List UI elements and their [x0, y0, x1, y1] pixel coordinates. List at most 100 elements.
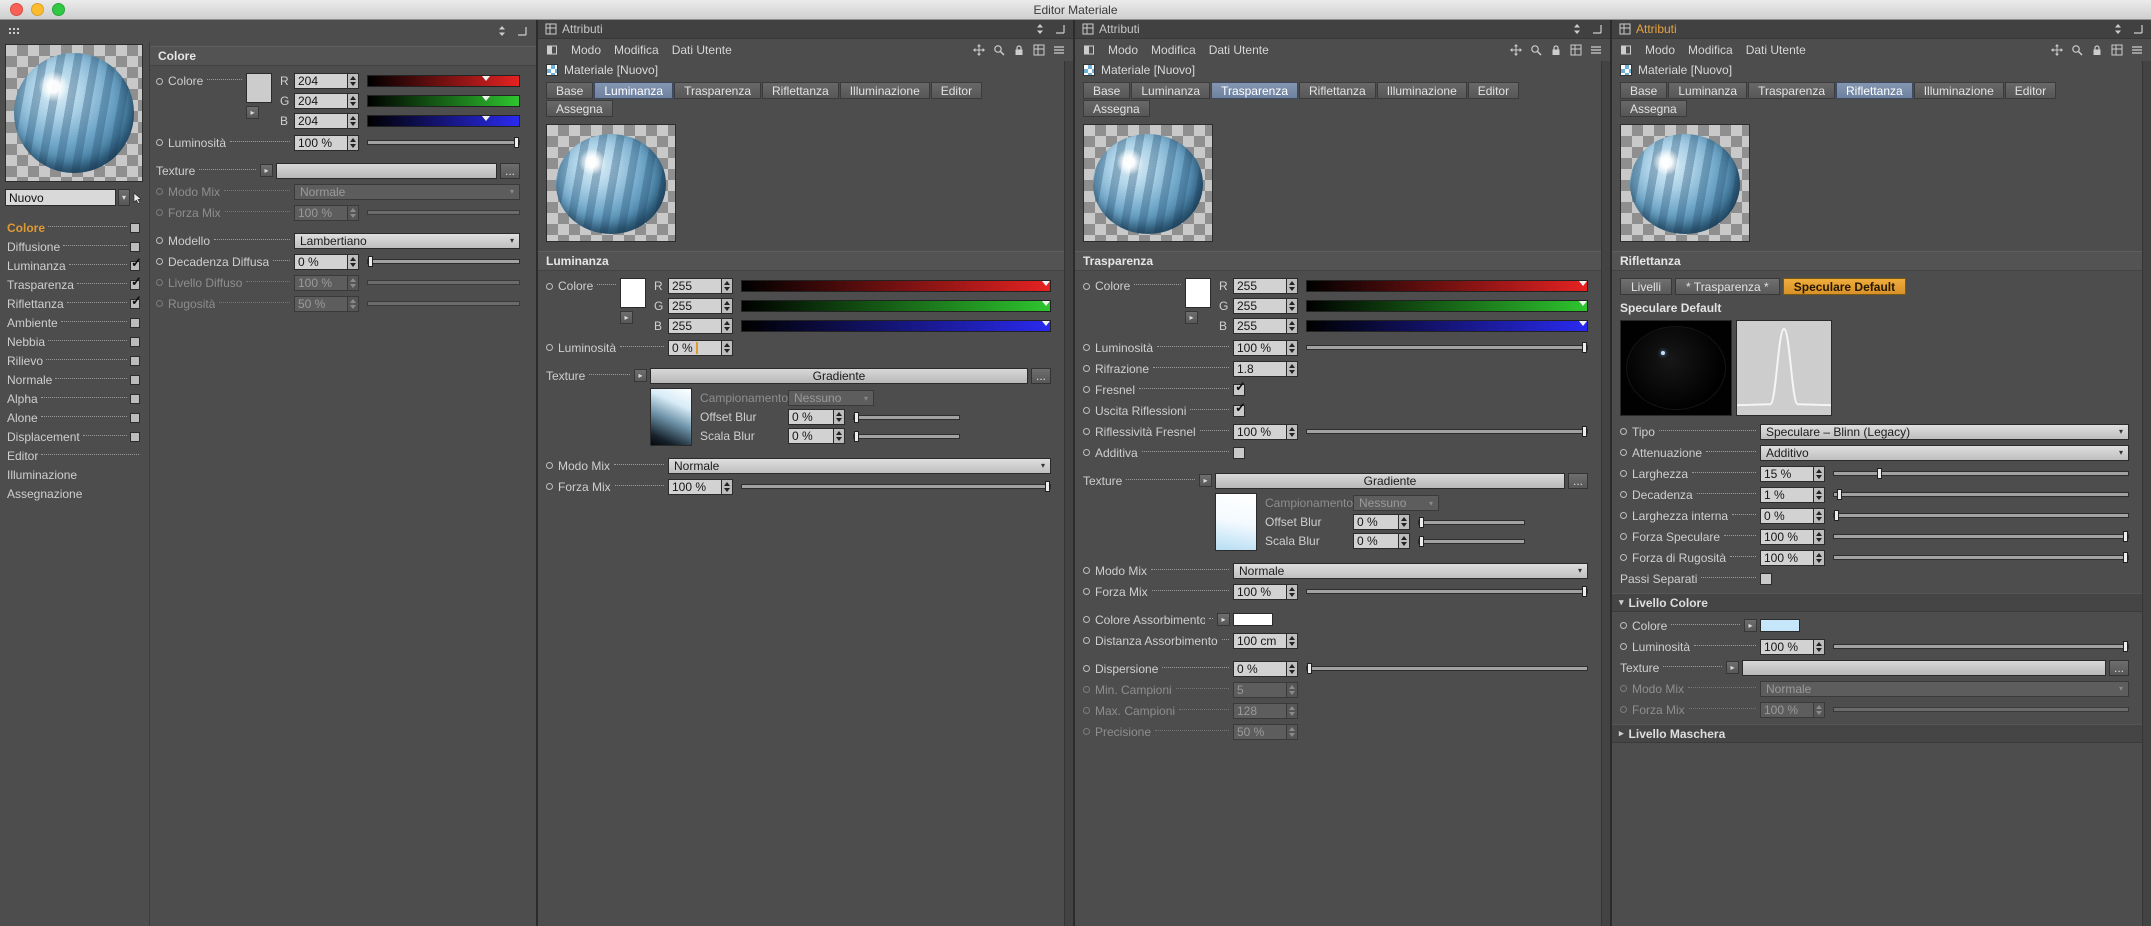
menu-modifica[interactable]: Modifica	[1151, 43, 1196, 57]
gradient-bar-green[interactable]	[367, 95, 520, 107]
menu-modo[interactable]: Modo	[1108, 43, 1138, 57]
value-stepper[interactable]	[1814, 465, 1825, 482]
channel-item-ambiente[interactable]: Ambiente	[5, 313, 144, 332]
value-stepper[interactable]	[722, 298, 733, 314]
slider-handle[interactable]	[1877, 468, 1883, 479]
value-stepper[interactable]	[834, 428, 845, 444]
value-field-larghezza[interactable]: 15 %	[1760, 465, 1814, 482]
slider-track[interactable]	[1833, 552, 2129, 563]
browse-texture-button[interactable]: ...	[1568, 472, 1588, 489]
gradient-bar-blue[interactable]	[367, 115, 520, 127]
grid-icon[interactable]	[2111, 44, 2123, 56]
search-icon[interactable]	[1530, 44, 1542, 56]
gradient-bar-blue[interactable]	[1306, 320, 1588, 332]
value-field-colore-g[interactable]: 255	[668, 298, 722, 314]
keyframe-dot-icon[interactable]	[1083, 707, 1090, 714]
expand-arrow-icon[interactable]: ▸	[260, 164, 273, 177]
value-field-colore-b[interactable]: 255	[668, 318, 722, 334]
value-stepper[interactable]	[348, 93, 359, 109]
move-icon[interactable]	[1510, 43, 1522, 56]
keyframe-dot-icon[interactable]	[1620, 491, 1627, 498]
checkbox-additiva[interactable]	[1233, 446, 1245, 459]
channel-checkbox[interactable]: ✓	[130, 275, 142, 290]
dropdown-modello[interactable]: Lambertiano ▾	[294, 232, 520, 249]
keyframe-dot-icon[interactable]	[1620, 428, 1627, 435]
keyframe-dot-icon[interactable]	[1620, 685, 1627, 692]
value-stepper[interactable]	[1814, 549, 1825, 566]
value-stepper[interactable]	[348, 253, 359, 270]
channel-checkbox[interactable]: ✓	[130, 294, 142, 309]
value-field-colore-b[interactable]: 255	[1233, 318, 1287, 334]
slider-track[interactable]	[367, 256, 520, 267]
value-stepper[interactable]	[1287, 360, 1298, 377]
slider-track[interactable]	[1833, 641, 2129, 652]
browse-texture-button[interactable]: ...	[1031, 367, 1051, 384]
tab-luminanza[interactable]: Luminanza	[594, 82, 674, 99]
minimize-window-button[interactable]	[31, 3, 44, 16]
slider-handle[interactable]	[2123, 641, 2128, 652]
dropdown-campionamento[interactable]: Nessuno ▾	[788, 390, 874, 406]
button-speculare-default[interactable]: Speculare Default	[1782, 278, 1907, 295]
value-field-colore-g[interactable]: 255	[1233, 298, 1287, 314]
channel-item-luminanza[interactable]: Luminanza ✓	[5, 256, 144, 275]
expand-arrow-icon[interactable]: ▸	[1185, 311, 1198, 324]
expand-arrow-icon[interactable]: ▸	[634, 369, 647, 382]
channel-checkbox[interactable]	[130, 317, 140, 328]
channel-item-trasparenza[interactable]: Trasparenza ✓	[5, 275, 144, 294]
expand-arrow-icon[interactable]: ▸	[1199, 474, 1212, 487]
value-field-forza-mix[interactable]: 100 %	[1233, 583, 1287, 600]
value-field-precisione[interactable]: 50 %	[1233, 723, 1287, 740]
value-field-luminosit[interactable]: 100 %	[1233, 339, 1287, 356]
channel-item-displacement[interactable]: Displacement	[5, 427, 144, 446]
value-stepper[interactable]	[348, 204, 359, 221]
panel-corner-icon[interactable]	[2132, 23, 2144, 35]
texture-button[interactable]: Gradiente	[650, 367, 1028, 384]
keyframe-dot-icon[interactable]	[546, 483, 553, 490]
value-stepper[interactable]	[1287, 660, 1298, 677]
tab-riflettanza[interactable]: Riflettanza	[1836, 82, 1913, 99]
value-stepper[interactable]	[348, 113, 359, 129]
value-field-colore-r[interactable]: 255	[668, 278, 722, 294]
gradient-marker[interactable]	[482, 116, 491, 121]
value-stepper[interactable]	[1287, 278, 1298, 294]
keyframe-dot-icon[interactable]	[1083, 428, 1090, 435]
keyframe-dot-icon[interactable]	[156, 279, 163, 286]
lock-icon[interactable]	[1550, 44, 1562, 56]
material-row[interactable]: Materiale [Nuovo]	[1612, 60, 2151, 80]
slider-track[interactable]	[1306, 342, 1588, 353]
channel-checkbox[interactable]	[130, 431, 140, 442]
channel-item-riflettanza[interactable]: Riflettanza ✓	[5, 294, 144, 313]
group-header-livello-colore[interactable]: ▾ Livello Colore	[1612, 593, 2151, 612]
gradient-bar-green[interactable]	[1306, 300, 1588, 312]
color-swatch-colore[interactable]	[1760, 619, 1800, 632]
slider-handle[interactable]	[2123, 552, 2128, 563]
gradient-bar-red[interactable]	[741, 280, 1051, 292]
keyframe-dot-icon[interactable]	[156, 139, 163, 146]
move-icon[interactable]	[2051, 43, 2063, 56]
keyframe-dot-icon[interactable]	[156, 77, 163, 85]
value-field-forza-mix[interactable]: 100 %	[1760, 701, 1814, 718]
menu-modo[interactable]: Modo	[1645, 43, 1675, 57]
keyframe-dot-icon[interactable]	[156, 237, 163, 244]
value-field-luminosit[interactable]: 100 %	[1760, 638, 1814, 655]
value-stepper[interactable]	[348, 134, 359, 151]
tab-trasparenza[interactable]: Trasparenza	[1211, 82, 1298, 99]
keyframe-dot-icon[interactable]	[1620, 643, 1627, 650]
keyframe-dot-icon[interactable]	[1083, 567, 1090, 574]
channel-checkbox[interactable]	[130, 222, 140, 233]
keyframe-dot-icon[interactable]	[156, 188, 163, 195]
tab-riflettanza[interactable]: Riflettanza	[762, 82, 839, 99]
gradient-marker[interactable]	[1042, 321, 1050, 326]
expand-arrow-icon[interactable]: ▸	[620, 311, 633, 324]
slider-handle[interactable]	[1582, 342, 1587, 353]
value-field-max-campioni[interactable]: 128	[1233, 702, 1287, 719]
panel-mode-icon[interactable]	[1620, 44, 1632, 56]
slider-handle[interactable]	[2123, 531, 2128, 542]
expand-arrow-icon[interactable]: ▸	[1726, 661, 1739, 674]
menu-dati-utente[interactable]: Dati Utente	[1209, 43, 1269, 57]
value-stepper[interactable]	[722, 318, 733, 334]
keyframe-dot-icon[interactable]	[546, 344, 553, 351]
slider-track[interactable]	[367, 137, 520, 148]
channel-checkbox[interactable]	[130, 374, 140, 385]
slider-track[interactable]	[367, 301, 520, 306]
